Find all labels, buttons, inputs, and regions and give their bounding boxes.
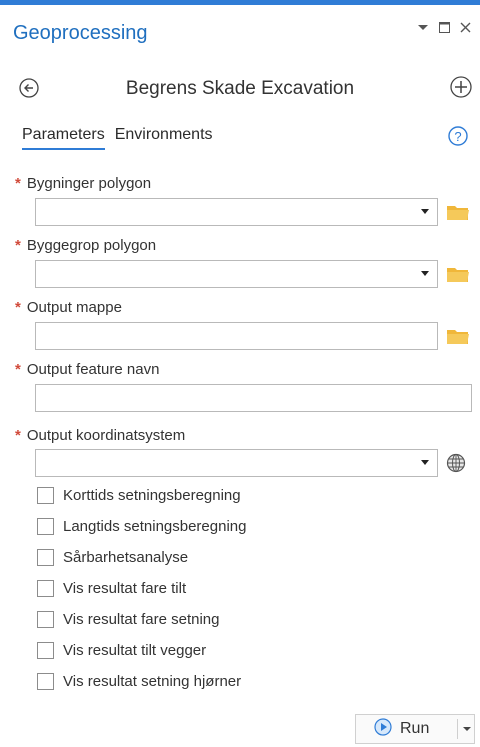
param-label-bygninger: * Bygninger polygon — [15, 175, 152, 192]
tab-parameters[interactable]: Parameters — [22, 126, 105, 150]
bygninger-polygon-dropdown[interactable] — [35, 198, 438, 226]
pin-icon[interactable] — [416, 20, 430, 34]
checkbox-korttids-setningsberegning[interactable]: Korttids setningsberegning — [37, 487, 241, 504]
checkbox-box[interactable] — [37, 549, 54, 566]
run-label: Run — [400, 720, 430, 737]
checkbox-box[interactable] — [37, 487, 54, 504]
required-marker: * — [15, 299, 21, 316]
output-feature-navn-input[interactable] — [35, 384, 472, 412]
checkbox-box[interactable] — [37, 642, 54, 659]
checkbox-vis-resultat-fare-tilt[interactable]: Vis resultat fare tilt — [37, 580, 186, 597]
checkbox-vis-resultat-fare-setning[interactable]: Vis resultat fare setning — [37, 611, 219, 628]
maximize-icon[interactable] — [437, 20, 451, 34]
chevron-down-icon[interactable] — [421, 209, 429, 214]
pane-accent-bar — [0, 0, 480, 5]
pane-controls — [416, 20, 472, 34]
tool-title: Begrens Skade Excavation — [125, 78, 355, 99]
param-label-byggegrop: * Byggegrop polygon — [15, 237, 157, 254]
run-button[interactable]: Run — [355, 714, 475, 744]
required-marker: * — [15, 175, 21, 192]
tab-strip: Parameters Environments — [22, 126, 213, 150]
pane-title: Geoprocessing — [13, 22, 148, 44]
required-marker: * — [15, 237, 21, 254]
chevron-down-icon[interactable] — [421, 460, 429, 465]
checkbox-box[interactable] — [37, 518, 54, 535]
checkbox-vis-resultat-setning-hjorner[interactable]: Vis resultat setning hjørner — [37, 673, 241, 690]
output-koordinatsystem-dropdown[interactable] — [35, 449, 438, 477]
param-label-output-mappe: * Output mappe — [15, 299, 122, 316]
output-mappe-input[interactable] — [35, 322, 438, 350]
globe-icon[interactable] — [446, 453, 466, 473]
help-icon[interactable]: ? — [448, 126, 468, 146]
folder-icon[interactable] — [446, 264, 470, 284]
checkbox-sarbarhetsanalyse[interactable]: Sårbarhetsanalyse — [37, 549, 188, 566]
svg-text:?: ? — [454, 129, 461, 144]
add-icon[interactable] — [450, 76, 472, 98]
tab-environments[interactable]: Environments — [115, 126, 213, 150]
play-icon — [374, 717, 392, 741]
checkbox-box[interactable] — [37, 580, 54, 597]
param-label-output-koordinatsystem: * Output koordinatsystem — [15, 427, 186, 444]
close-icon[interactable] — [458, 20, 472, 34]
checkbox-langtids-setningsberegning[interactable]: Langtids setningsberegning — [37, 518, 246, 535]
run-options-button[interactable] — [457, 719, 476, 739]
byggegrop-polygon-dropdown[interactable] — [35, 260, 438, 288]
checkbox-vis-resultat-tilt-vegger[interactable]: Vis resultat tilt vegger — [37, 642, 206, 659]
folder-icon[interactable] — [446, 326, 470, 346]
checkbox-box[interactable] — [37, 611, 54, 628]
required-marker: * — [15, 361, 21, 378]
folder-icon[interactable] — [446, 202, 470, 222]
chevron-down-icon[interactable] — [421, 271, 429, 276]
param-label-output-feature-navn: * Output feature navn — [15, 361, 160, 378]
required-marker: * — [15, 427, 21, 444]
checkbox-box[interactable] — [37, 673, 54, 690]
